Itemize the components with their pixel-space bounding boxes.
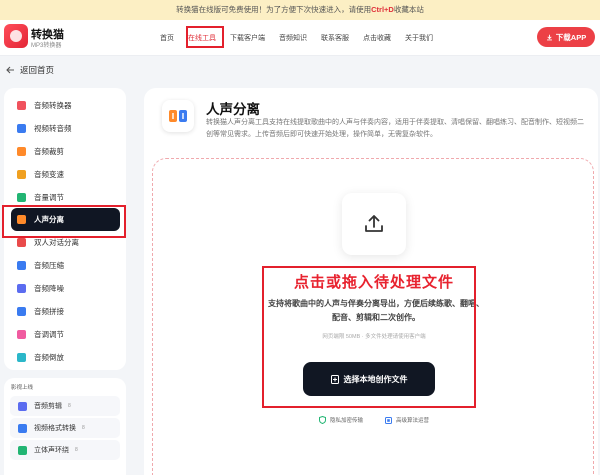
sidebar-item-label: 音频拼接	[34, 306, 64, 316]
more-tools-badge: 8	[75, 447, 78, 453]
file-size-limit: 网页端限 50MB · 多文件处理请使用客户端	[322, 334, 426, 340]
feature-privacy: 隐私加密传输	[318, 416, 363, 424]
sidebar-item-label: 音频转换器	[34, 100, 72, 110]
tool-description: 转换猫人声分离工具支持在线提取歌曲中的人声与伴奏内容，适用于伴奏提取、清唱保留、…	[206, 119, 584, 138]
more-tools-item[interactable]: 视频格式转换 8	[10, 418, 120, 438]
nav-bookmark[interactable]: 点击收藏	[363, 33, 391, 43]
sidebar-item-label: 音频倒放	[34, 352, 64, 362]
notice-shortcut: Ctrl+D	[371, 5, 394, 14]
dropzone-description: 支持将歌曲中的人声与伴奏分离导出，方便后续练歌、翻唱、配音、剪辑和二次创作。	[268, 299, 484, 322]
tool-icon	[18, 423, 27, 433]
file-icon	[330, 374, 339, 384]
tool-icon	[17, 238, 26, 248]
tool-icon	[17, 192, 26, 202]
top-nav: 首页 在线工具 下载客户端 音频知识 联系客服 点击收藏 关于我们	[160, 20, 447, 56]
tool-icon	[17, 169, 26, 179]
back-home-label: 返回首页	[20, 65, 55, 75]
notice-text: 转换猫在线版可免费使用！为了方便下次快速进入，请使用	[176, 5, 372, 14]
sidebar-item-label: 音频降噪	[34, 284, 64, 294]
file-dropzone[interactable]: 点击或拖入待处理文件 支持将歌曲中的人声与伴奏分离导出，方便后续练歌、翻唱、配音…	[152, 158, 594, 475]
tool-icon	[17, 284, 26, 294]
nav-online-tools[interactable]: 在线工具	[188, 33, 216, 43]
sidebar-item[interactable]: 音调调节	[4, 323, 126, 346]
feature-list: 隐私加密传输 高级算法运营	[153, 416, 595, 424]
tool-icon	[17, 306, 26, 316]
sidebar-item-label: 音调调节	[34, 329, 64, 339]
more-tools-label: 音频剪辑	[34, 403, 62, 410]
nav-download-client[interactable]: 下载客户端	[230, 33, 265, 43]
sidebar-item[interactable]: 音量调节	[4, 186, 126, 209]
more-tools-panel: 影视上线 音频剪辑 8 视频格式转换 8 立体声环绕 8	[4, 378, 126, 475]
more-tools-badge: 8	[68, 403, 71, 409]
page-title: 人声分离	[206, 102, 260, 117]
sidebar-item[interactable]: 视频转音频	[4, 117, 126, 140]
vocal-separation-icon	[162, 100, 194, 132]
nav-contact-support[interactable]: 联系客服	[321, 33, 349, 43]
arrow-left-icon	[6, 66, 14, 74]
header: 转换猫 MP3转换器 首页 在线工具 下载客户端 音频知识 联系客服 点击收藏 …	[0, 20, 600, 56]
logo-subtitle: MP3转换器	[31, 43, 62, 49]
tool-icon	[17, 329, 26, 339]
tool-icon	[18, 445, 27, 455]
sidebar-item-label: 视频转音频	[34, 123, 72, 133]
tool-icon	[18, 401, 27, 411]
tool-icon	[17, 215, 26, 225]
notice-bar: 转换猫在线版可免费使用！为了方便下次快速进入，请使用Ctrl+D收藏本站	[0, 0, 600, 20]
sidebar-item[interactable]: 音频压缩	[4, 254, 126, 277]
sidebar-item[interactable]: 音频降噪	[4, 277, 126, 300]
upload-area[interactable]	[342, 193, 406, 255]
main-panel: 人声分离 转换猫人声分离工具支持在线提取歌曲中的人声与伴奏内容，适用于伴奏提取、…	[144, 88, 598, 475]
tool-icon	[17, 261, 26, 271]
tool-sidebar: 音频转换器视频转音频音频裁剪音频变速音量调节人声分离双人对话分离 音频压缩音频降噪…	[4, 88, 126, 370]
sidebar-item-label: 音量调节	[34, 192, 64, 202]
feature-privacy-label: 隐私加密传输	[329, 418, 363, 424]
select-file-button[interactable]: 选择本地创作文件	[303, 362, 435, 396]
sidebar-item[interactable]: 音频转换器	[4, 94, 126, 117]
tool-icon	[17, 123, 26, 133]
sidebar-item[interactable]: 人声分离	[11, 208, 120, 232]
sidebar-item-label: 音频裁剪	[34, 146, 64, 156]
sidebar-item[interactable]: 双人对话分离	[4, 231, 126, 254]
logo-icon[interactable]	[4, 24, 28, 48]
nav-about[interactable]: 关于我们	[405, 33, 433, 43]
sidebar-item-label: 音频压缩	[34, 261, 64, 271]
tool-icon	[17, 146, 26, 156]
more-tools-label: 视频格式转换	[34, 425, 76, 432]
sidebar-item[interactable]: 音频变速	[4, 163, 126, 186]
sidebar-item-label: 人声分离	[34, 215, 64, 225]
feature-algorithm: 高级算法运营	[385, 416, 429, 424]
more-tools-label: 立体声环绕	[34, 447, 69, 454]
sidebar-item-label: 双人对话分离	[34, 238, 79, 248]
sidebar-item[interactable]: 音频倒放	[4, 346, 126, 369]
nav-audio-knowledge[interactable]: 音频知识	[279, 33, 307, 43]
sidebar-item[interactable]: 音频拼接	[4, 300, 126, 323]
select-file-label: 选择本地创作文件	[343, 374, 408, 384]
tool-icon	[17, 100, 26, 110]
download-icon	[546, 34, 552, 40]
feature-algorithm-label: 高级算法运营	[396, 418, 430, 424]
notice-text-end: 收藏本站	[393, 5, 424, 14]
tool-icon	[17, 352, 26, 362]
sidebar-item[interactable]: 音频裁剪	[4, 140, 126, 163]
more-tools-badge: 8	[82, 425, 85, 431]
upload-icon	[365, 215, 383, 232]
nav-home[interactable]: 首页	[160, 33, 174, 43]
more-tools-item[interactable]: 音频剪辑 8	[10, 396, 120, 416]
chip-icon	[385, 416, 392, 424]
more-tools-title: 影视上线	[11, 385, 34, 391]
dropzone-title: 点击或拖入待处理文件	[293, 274, 454, 291]
download-app-button[interactable]: 下载APP	[537, 27, 595, 47]
more-tools-item[interactable]: 立体声环绕 8	[10, 440, 120, 460]
shield-check-icon	[318, 416, 326, 424]
sidebar-item-label: 音频变速	[34, 169, 64, 179]
download-app-label: 下载APP	[555, 32, 587, 42]
back-home-link[interactable]: 返回首页	[6, 64, 54, 76]
